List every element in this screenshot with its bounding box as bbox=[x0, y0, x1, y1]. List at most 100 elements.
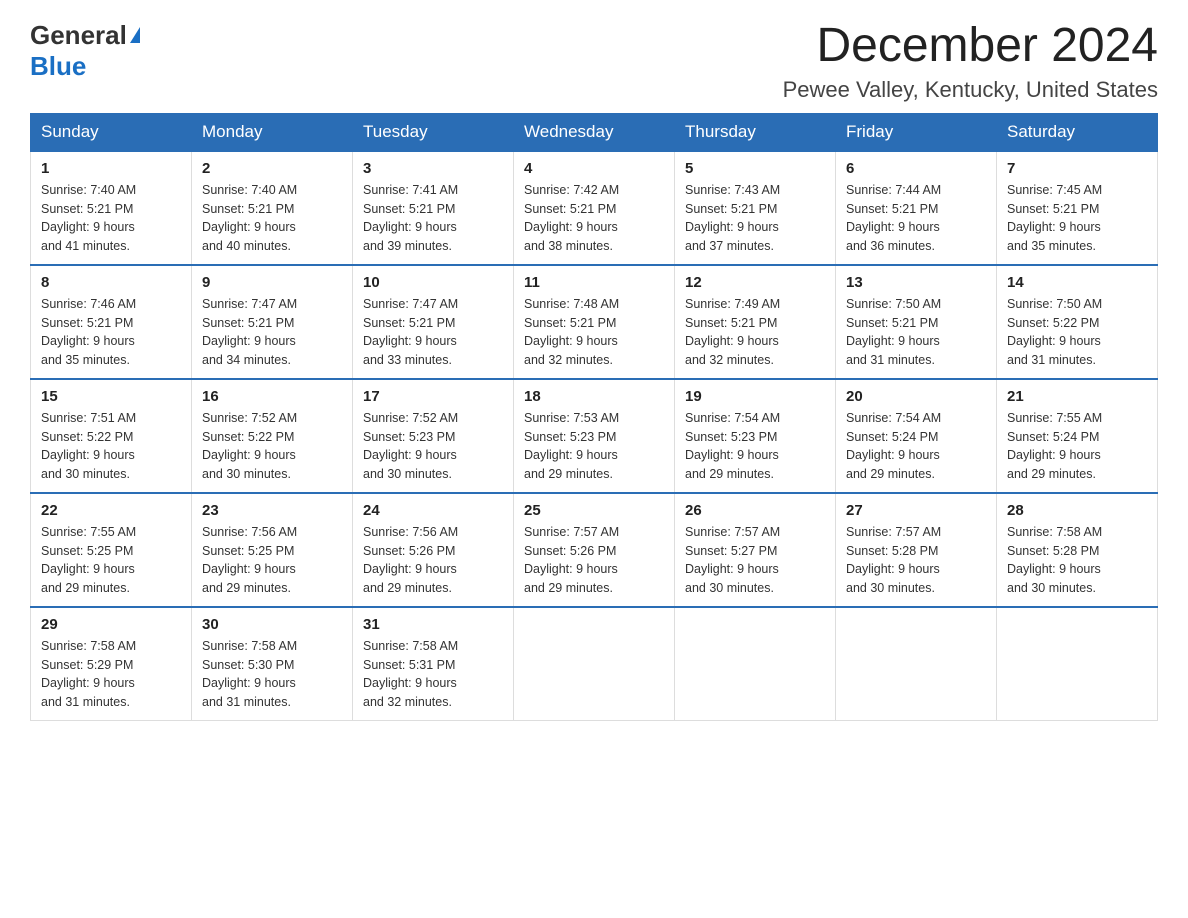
calendar-day-cell: 22 Sunrise: 7:55 AMSunset: 5:25 PMDaylig… bbox=[31, 493, 192, 607]
day-info: Sunrise: 7:58 AMSunset: 5:29 PMDaylight:… bbox=[41, 637, 181, 712]
day-info: Sunrise: 7:49 AMSunset: 5:21 PMDaylight:… bbox=[685, 295, 825, 370]
calendar-header-row: SundayMondayTuesdayWednesdayThursdayFrid… bbox=[31, 113, 1158, 151]
day-number: 4 bbox=[524, 160, 664, 177]
calendar-day-cell: 16 Sunrise: 7:52 AMSunset: 5:22 PMDaylig… bbox=[192, 379, 353, 493]
day-number: 27 bbox=[846, 502, 986, 519]
day-number: 5 bbox=[685, 160, 825, 177]
calendar-day-cell: 9 Sunrise: 7:47 AMSunset: 5:21 PMDayligh… bbox=[192, 265, 353, 379]
day-number: 28 bbox=[1007, 502, 1147, 519]
calendar-day-cell: 6 Sunrise: 7:44 AMSunset: 5:21 PMDayligh… bbox=[836, 151, 997, 265]
day-info: Sunrise: 7:40 AMSunset: 5:21 PMDaylight:… bbox=[41, 181, 181, 256]
day-number: 19 bbox=[685, 388, 825, 405]
calendar-day-cell: 11 Sunrise: 7:48 AMSunset: 5:21 PMDaylig… bbox=[514, 265, 675, 379]
day-info: Sunrise: 7:54 AMSunset: 5:23 PMDaylight:… bbox=[685, 409, 825, 484]
calendar-day-cell bbox=[836, 607, 997, 721]
page-title: December 2024 bbox=[783, 20, 1158, 73]
calendar-day-cell: 31 Sunrise: 7:58 AMSunset: 5:31 PMDaylig… bbox=[353, 607, 514, 721]
day-info: Sunrise: 7:57 AMSunset: 5:27 PMDaylight:… bbox=[685, 523, 825, 598]
day-number: 11 bbox=[524, 274, 664, 291]
calendar-day-cell: 19 Sunrise: 7:54 AMSunset: 5:23 PMDaylig… bbox=[675, 379, 836, 493]
calendar-day-cell: 3 Sunrise: 7:41 AMSunset: 5:21 PMDayligh… bbox=[353, 151, 514, 265]
day-info: Sunrise: 7:53 AMSunset: 5:23 PMDaylight:… bbox=[524, 409, 664, 484]
day-info: Sunrise: 7:56 AMSunset: 5:26 PMDaylight:… bbox=[363, 523, 503, 598]
calendar-day-cell: 8 Sunrise: 7:46 AMSunset: 5:21 PMDayligh… bbox=[31, 265, 192, 379]
calendar-day-cell: 4 Sunrise: 7:42 AMSunset: 5:21 PMDayligh… bbox=[514, 151, 675, 265]
calendar-day-cell: 12 Sunrise: 7:49 AMSunset: 5:21 PMDaylig… bbox=[675, 265, 836, 379]
calendar-day-cell: 21 Sunrise: 7:55 AMSunset: 5:24 PMDaylig… bbox=[997, 379, 1158, 493]
calendar-day-cell: 27 Sunrise: 7:57 AMSunset: 5:28 PMDaylig… bbox=[836, 493, 997, 607]
calendar-day-cell: 29 Sunrise: 7:58 AMSunset: 5:29 PMDaylig… bbox=[31, 607, 192, 721]
day-info: Sunrise: 7:51 AMSunset: 5:22 PMDaylight:… bbox=[41, 409, 181, 484]
day-info: Sunrise: 7:48 AMSunset: 5:21 PMDaylight:… bbox=[524, 295, 664, 370]
title-section: December 2024 Pewee Valley, Kentucky, Un… bbox=[783, 20, 1158, 103]
day-number: 23 bbox=[202, 502, 342, 519]
day-number: 9 bbox=[202, 274, 342, 291]
day-number: 16 bbox=[202, 388, 342, 405]
day-number: 2 bbox=[202, 160, 342, 177]
day-number: 6 bbox=[846, 160, 986, 177]
calendar-day-cell: 24 Sunrise: 7:56 AMSunset: 5:26 PMDaylig… bbox=[353, 493, 514, 607]
calendar-day-cell: 18 Sunrise: 7:53 AMSunset: 5:23 PMDaylig… bbox=[514, 379, 675, 493]
calendar-day-cell: 26 Sunrise: 7:57 AMSunset: 5:27 PMDaylig… bbox=[675, 493, 836, 607]
day-info: Sunrise: 7:41 AMSunset: 5:21 PMDaylight:… bbox=[363, 181, 503, 256]
logo-general-text: General bbox=[30, 20, 127, 51]
day-info: Sunrise: 7:58 AMSunset: 5:30 PMDaylight:… bbox=[202, 637, 342, 712]
calendar-day-cell: 10 Sunrise: 7:47 AMSunset: 5:21 PMDaylig… bbox=[353, 265, 514, 379]
day-info: Sunrise: 7:57 AMSunset: 5:26 PMDaylight:… bbox=[524, 523, 664, 598]
day-number: 15 bbox=[41, 388, 181, 405]
calendar-day-header: Sunday bbox=[31, 113, 192, 151]
day-info: Sunrise: 7:50 AMSunset: 5:21 PMDaylight:… bbox=[846, 295, 986, 370]
day-info: Sunrise: 7:50 AMSunset: 5:22 PMDaylight:… bbox=[1007, 295, 1147, 370]
day-info: Sunrise: 7:47 AMSunset: 5:21 PMDaylight:… bbox=[202, 295, 342, 370]
day-info: Sunrise: 7:57 AMSunset: 5:28 PMDaylight:… bbox=[846, 523, 986, 598]
day-number: 14 bbox=[1007, 274, 1147, 291]
day-number: 29 bbox=[41, 616, 181, 633]
page-subtitle: Pewee Valley, Kentucky, United States bbox=[783, 77, 1158, 103]
calendar-day-header: Monday bbox=[192, 113, 353, 151]
day-number: 22 bbox=[41, 502, 181, 519]
calendar-day-cell: 20 Sunrise: 7:54 AMSunset: 5:24 PMDaylig… bbox=[836, 379, 997, 493]
calendar-day-cell: 15 Sunrise: 7:51 AMSunset: 5:22 PMDaylig… bbox=[31, 379, 192, 493]
day-number: 13 bbox=[846, 274, 986, 291]
day-info: Sunrise: 7:58 AMSunset: 5:31 PMDaylight:… bbox=[363, 637, 503, 712]
calendar-day-cell: 2 Sunrise: 7:40 AMSunset: 5:21 PMDayligh… bbox=[192, 151, 353, 265]
calendar-day-cell bbox=[997, 607, 1158, 721]
day-number: 3 bbox=[363, 160, 503, 177]
calendar-day-header: Thursday bbox=[675, 113, 836, 151]
page-header: General Blue December 2024 Pewee Valley,… bbox=[30, 20, 1158, 103]
calendar-day-cell: 7 Sunrise: 7:45 AMSunset: 5:21 PMDayligh… bbox=[997, 151, 1158, 265]
day-info: Sunrise: 7:52 AMSunset: 5:22 PMDaylight:… bbox=[202, 409, 342, 484]
day-number: 12 bbox=[685, 274, 825, 291]
day-number: 20 bbox=[846, 388, 986, 405]
day-info: Sunrise: 7:44 AMSunset: 5:21 PMDaylight:… bbox=[846, 181, 986, 256]
day-number: 7 bbox=[1007, 160, 1147, 177]
day-info: Sunrise: 7:43 AMSunset: 5:21 PMDaylight:… bbox=[685, 181, 825, 256]
calendar-day-cell: 30 Sunrise: 7:58 AMSunset: 5:30 PMDaylig… bbox=[192, 607, 353, 721]
day-info: Sunrise: 7:55 AMSunset: 5:25 PMDaylight:… bbox=[41, 523, 181, 598]
calendar-day-cell: 23 Sunrise: 7:56 AMSunset: 5:25 PMDaylig… bbox=[192, 493, 353, 607]
calendar-day-header: Friday bbox=[836, 113, 997, 151]
calendar-day-cell: 17 Sunrise: 7:52 AMSunset: 5:23 PMDaylig… bbox=[353, 379, 514, 493]
calendar-week-row: 1 Sunrise: 7:40 AMSunset: 5:21 PMDayligh… bbox=[31, 151, 1158, 265]
calendar-day-header: Wednesday bbox=[514, 113, 675, 151]
day-info: Sunrise: 7:56 AMSunset: 5:25 PMDaylight:… bbox=[202, 523, 342, 598]
calendar-day-cell: 28 Sunrise: 7:58 AMSunset: 5:28 PMDaylig… bbox=[997, 493, 1158, 607]
calendar-table: SundayMondayTuesdayWednesdayThursdayFrid… bbox=[30, 113, 1158, 721]
day-info: Sunrise: 7:55 AMSunset: 5:24 PMDaylight:… bbox=[1007, 409, 1147, 484]
calendar-week-row: 29 Sunrise: 7:58 AMSunset: 5:29 PMDaylig… bbox=[31, 607, 1158, 721]
logo-blue-text: Blue bbox=[30, 51, 86, 82]
day-info: Sunrise: 7:54 AMSunset: 5:24 PMDaylight:… bbox=[846, 409, 986, 484]
day-number: 18 bbox=[524, 388, 664, 405]
calendar-day-cell: 25 Sunrise: 7:57 AMSunset: 5:26 PMDaylig… bbox=[514, 493, 675, 607]
calendar-day-cell: 5 Sunrise: 7:43 AMSunset: 5:21 PMDayligh… bbox=[675, 151, 836, 265]
day-number: 21 bbox=[1007, 388, 1147, 405]
calendar-week-row: 22 Sunrise: 7:55 AMSunset: 5:25 PMDaylig… bbox=[31, 493, 1158, 607]
day-number: 30 bbox=[202, 616, 342, 633]
logo-triangle-icon bbox=[130, 27, 140, 43]
day-number: 17 bbox=[363, 388, 503, 405]
calendar-day-cell bbox=[514, 607, 675, 721]
day-info: Sunrise: 7:42 AMSunset: 5:21 PMDaylight:… bbox=[524, 181, 664, 256]
day-info: Sunrise: 7:58 AMSunset: 5:28 PMDaylight:… bbox=[1007, 523, 1147, 598]
calendar-day-header: Saturday bbox=[997, 113, 1158, 151]
day-info: Sunrise: 7:46 AMSunset: 5:21 PMDaylight:… bbox=[41, 295, 181, 370]
